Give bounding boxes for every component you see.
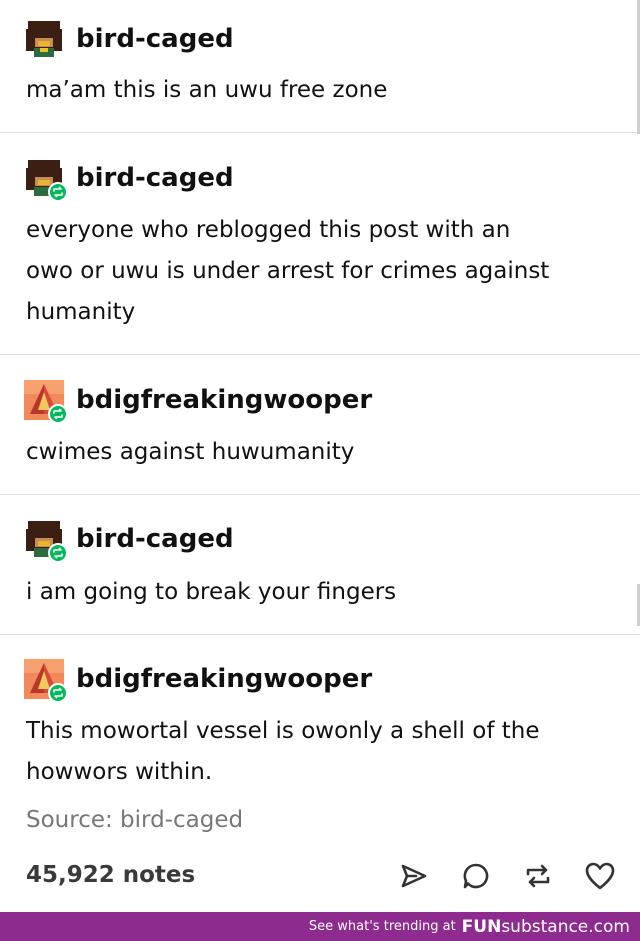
post-text: ma’am this is an uwu free zone <box>26 77 388 103</box>
post-block-2: bird-caged everyone who reblogged this p… <box>0 133 640 355</box>
footer-brand-logo: FUNsubstance.com <box>462 917 630 937</box>
reply-icon[interactable] <box>458 858 494 894</box>
reblog-badge-icon <box>48 182 68 202</box>
post-header: bird-caged <box>24 519 234 563</box>
post-header: bdigfreakingwooper <box>24 659 372 703</box>
username[interactable]: bird-caged <box>76 163 234 193</box>
post-text-line: humanity <box>26 299 136 325</box>
footer-trend-text: See what's trending at <box>308 919 456 934</box>
source-link[interactable]: Source: bird-caged <box>26 807 243 833</box>
avatar[interactable] <box>24 19 64 59</box>
footer-banner[interactable]: See what's trending at FUNsubstance.com <box>0 912 640 941</box>
post-block-3: bdigfreakingwooper cwimes against huwuma… <box>0 355 640 495</box>
post-header: bird-caged <box>24 19 234 59</box>
avatar[interactable] <box>24 659 68 703</box>
dark-hair-pixel-avatar-icon <box>24 19 64 59</box>
reblog-badge-icon <box>48 404 68 424</box>
username[interactable]: bird-caged <box>76 524 234 554</box>
username[interactable]: bdigfreakingwooper <box>76 664 372 694</box>
reblog-icon[interactable] <box>520 858 556 894</box>
avatar[interactable] <box>24 380 68 424</box>
notes-count[interactable]: 45,922 notes <box>26 862 195 888</box>
post-text: cwimes against huwumanity <box>26 439 355 465</box>
avatar[interactable] <box>24 158 68 202</box>
post-text: This mowortal vessel is owonly a shell o… <box>26 711 600 793</box>
brand-suffix: .com <box>588 916 630 937</box>
post-block-1: bird-caged ma’am this is an uwu free zon… <box>0 0 640 133</box>
brand-substance: substance <box>501 916 589 937</box>
avatar[interactable] <box>24 519 68 563</box>
brand-fun: FUN <box>461 916 502 937</box>
like-icon[interactable] <box>582 858 618 894</box>
username[interactable]: bdigfreakingwooper <box>76 385 372 415</box>
post-text-line: owo or uwu is under arrest for crimes ag… <box>26 258 550 284</box>
post-text: everyone who reblogged this post with an… <box>26 210 600 333</box>
post-header: bdigfreakingwooper <box>24 380 372 424</box>
post-actions <box>396 858 618 894</box>
post-text-line: everyone who reblogged this post with an <box>26 217 511 243</box>
username[interactable]: bird-caged <box>76 24 234 54</box>
post-block-4: bird-caged i am going to break your fing… <box>0 495 640 635</box>
post-text-line: This mowortal vessel is owonly a shell o… <box>26 718 540 744</box>
reblog-badge-icon <box>48 543 68 563</box>
post-header: bird-caged <box>24 158 234 202</box>
reblog-badge-icon <box>48 683 68 703</box>
post-text: i am going to break your fingers <box>26 579 397 605</box>
post-text-line: howwors within. <box>26 759 213 785</box>
share-icon[interactable] <box>396 858 432 894</box>
